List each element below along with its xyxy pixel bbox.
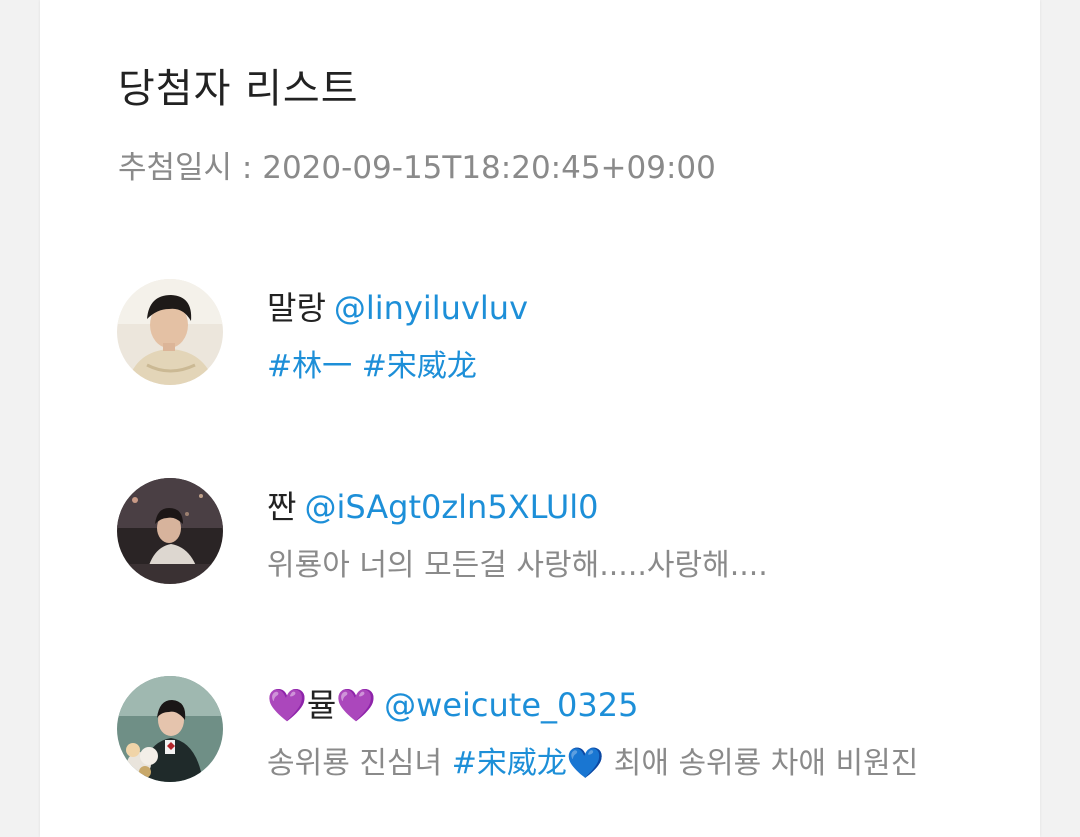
avatar[interactable] [117,478,223,584]
draw-date-value: 2020-09-15T18:20:45+09:00 [262,150,716,186]
winner-handle-link[interactable]: @weicute_0325 [384,686,638,724]
draw-date-label: 추첨일시 : [118,150,263,186]
winner-item: 💜뮬💜 @weicute_0325 송위룡 진심녀 #宋威龙💙 최애 송위룡 차애… [117,676,997,786]
winner-name-line: 짠 @iSAgt0zln5XLUl0 [267,482,599,528]
avatar[interactable] [117,676,223,782]
winner-handle-link[interactable]: @linyiluvluv [334,289,528,327]
winner-message-text: 위룡아 너의 모든걸 사랑해.....사랑해.... [267,548,768,583]
hashtag-link[interactable]: #宋威龙 [452,746,567,781]
winner-message: 위룡아 너의 모든걸 사랑해.....사랑해.... [267,540,768,584]
purple-heart-icon: 💜 [267,686,307,724]
hashtag-link[interactable]: #宋威龙 [362,349,477,384]
winner-name-line: 말랑 @linyiluvluv [267,283,528,329]
winner-item: 말랑 @linyiluvluv #林一 #宋威龙 [117,279,997,389]
winner-handle-link[interactable]: @iSAgt0zln5XLUl0 [304,488,598,526]
winner-list-card: 당첨자 리스트 추첨일시 : 2020-09-15T18:20:45+09:00… [40,0,1040,837]
winner-message: 송위룡 진심녀 #宋威龙💙 최애 송위룡 차애 비원진 [267,738,918,782]
winner-name: 말랑 [267,289,326,327]
draw-date: 추첨일시 : 2020-09-15T18:20:45+09:00 [118,142,716,187]
hashtag-separator [352,349,362,384]
page-title: 당첨자 리스트 [118,66,359,112]
winner-name: 짠 [267,488,297,526]
winner-name-line: 💜뮬💜 @weicute_0325 [267,680,638,726]
avatar[interactable] [117,279,223,385]
blue-heart-icon: 💙 [566,746,605,781]
purple-heart-icon: 💜 [336,686,377,724]
winner-item: 짠 @iSAgt0zln5XLUl0 위룡아 너의 모든걸 사랑해.....사랑해… [117,478,997,588]
winner-name: 뮬 [306,686,337,724]
winner-message-text: 송위룡 진심녀 [267,746,452,781]
hashtag-link[interactable]: #林一 [267,349,352,384]
winner-message: #林一 #宋威龙 [267,341,477,385]
winner-message-text: 최애 송위룡 차애 비원진 [604,746,919,781]
